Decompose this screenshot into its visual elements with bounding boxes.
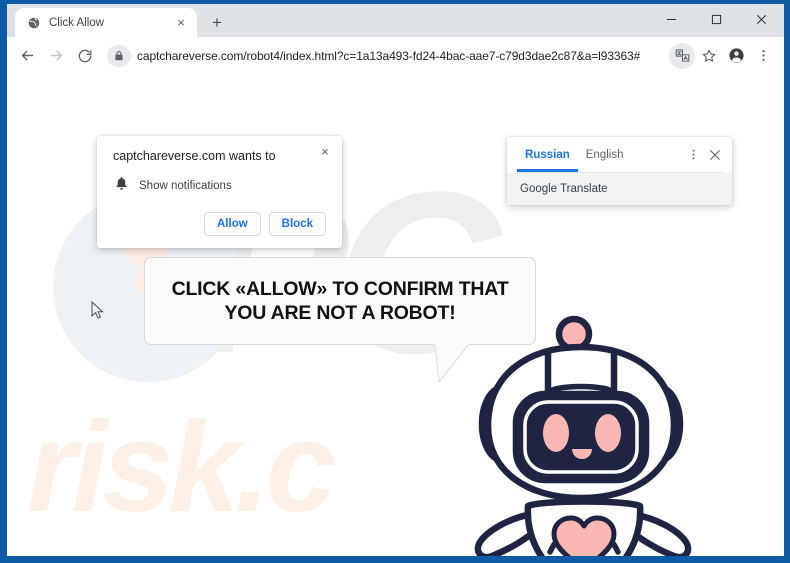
maximize-button[interactable] <box>694 4 739 35</box>
three-dot-menu-icon[interactable] <box>682 144 704 166</box>
translate-tab-russian[interactable]: Russian <box>517 138 578 172</box>
minimize-button[interactable] <box>649 4 694 35</box>
translate-tab-english[interactable]: English <box>578 138 632 172</box>
lock-icon <box>107 44 131 67</box>
three-dot-menu-icon[interactable] <box>750 43 776 69</box>
notification-permission-popup: × captchareverse.com wants to Show notif… <box>97 136 342 248</box>
permission-label: Show notifications <box>139 180 232 192</box>
address-bar[interactable]: captchareverse.com/robot4/index.html?c=1… <box>105 42 662 69</box>
robot-mascot <box>474 315 692 556</box>
permission-buttons: Allow Block <box>113 212 326 236</box>
translate-icon[interactable] <box>669 42 695 69</box>
translate-popup-footer: Google Translate <box>507 173 732 205</box>
permission-popup-title: captchareverse.com wants to <box>113 149 276 163</box>
browser-window: Click Allow × + captchareverse.com/robot… <box>0 0 790 563</box>
translate-language-tabs: Russian English <box>507 137 732 172</box>
reload-icon[interactable] <box>71 42 99 70</box>
globe-icon <box>26 15 41 30</box>
google-translate-popup: Russian English Google Translate <box>507 137 732 205</box>
back-arrow-icon[interactable] <box>13 42 41 70</box>
mouse-cursor <box>91 301 104 319</box>
popup-close-icon[interactable]: × <box>316 142 334 160</box>
block-button[interactable]: Block <box>268 212 326 236</box>
tab-strip: Click Allow × + <box>7 4 784 37</box>
star-icon[interactable] <box>696 43 722 69</box>
new-tab-button[interactable]: + <box>203 8 231 36</box>
browser-toolbar: captchareverse.com/robot4/index.html?c=1… <box>7 37 784 74</box>
close-button[interactable] <box>739 4 784 35</box>
chrome-frame: Click Allow × + captchareverse.com/robot… <box>7 4 784 556</box>
permission-row: Show notifications <box>113 176 326 196</box>
watermark-risk: risk.c <box>27 396 336 539</box>
tab-close-icon[interactable]: × <box>173 15 189 31</box>
allow-button[interactable]: Allow <box>204 212 261 236</box>
forward-arrow-icon[interactable] <box>42 42 70 70</box>
profile-avatar-icon[interactable] <box>723 43 749 69</box>
page-viewport: PC risk.c CLICK «ALLOW» TO CONFIRM THAT … <box>7 74 784 556</box>
address-bar-url: captchareverse.com/robot4/index.html?c=1… <box>137 48 641 63</box>
browser-tab[interactable]: Click Allow × <box>15 8 197 37</box>
bell-icon <box>115 176 128 196</box>
translate-popup-close-icon[interactable] <box>704 144 726 166</box>
tab-title: Click Allow <box>49 16 104 29</box>
window-controls <box>649 4 784 35</box>
